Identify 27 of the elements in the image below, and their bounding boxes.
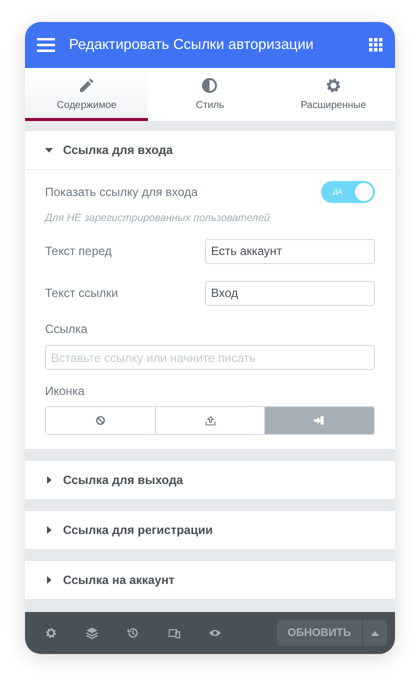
menu-icon[interactable] xyxy=(37,38,55,52)
options-button[interactable] xyxy=(362,620,387,646)
url-field[interactable]: Вставьте ссылку или начните писать xyxy=(45,345,375,370)
pencil-icon xyxy=(77,76,96,94)
grid-icon[interactable] xyxy=(369,38,383,52)
prohibited-icon xyxy=(94,414,107,427)
input-field[interactable]: Есть аккаунт xyxy=(205,238,375,264)
field-label: Ссылка xyxy=(45,322,88,336)
caret-icon xyxy=(371,630,379,636)
toggle-label: Показать ссылку для входа xyxy=(45,185,198,199)
layers-icon[interactable] xyxy=(85,626,99,640)
settings-icon[interactable] xyxy=(44,626,58,640)
field-label: Иконка xyxy=(45,384,86,398)
field-label: Текст ссылки xyxy=(45,286,118,300)
hint-text: Для НЕ зарегистрированных пользователей xyxy=(45,212,271,224)
caret-icon xyxy=(45,476,53,484)
upload-icon xyxy=(204,414,216,427)
devices-icon[interactable] xyxy=(167,626,181,640)
panel-title: Редактировать Ссылки авторизации xyxy=(69,37,315,53)
contrast-icon xyxy=(200,76,220,94)
field-label: Текст перед xyxy=(45,244,112,258)
caret-icon xyxy=(45,576,53,584)
sign-in-icon xyxy=(313,414,326,427)
caret-icon xyxy=(45,526,53,534)
caret-icon xyxy=(45,146,53,154)
history-icon[interactable] xyxy=(126,626,140,640)
input-field[interactable]: Вход xyxy=(205,280,375,306)
